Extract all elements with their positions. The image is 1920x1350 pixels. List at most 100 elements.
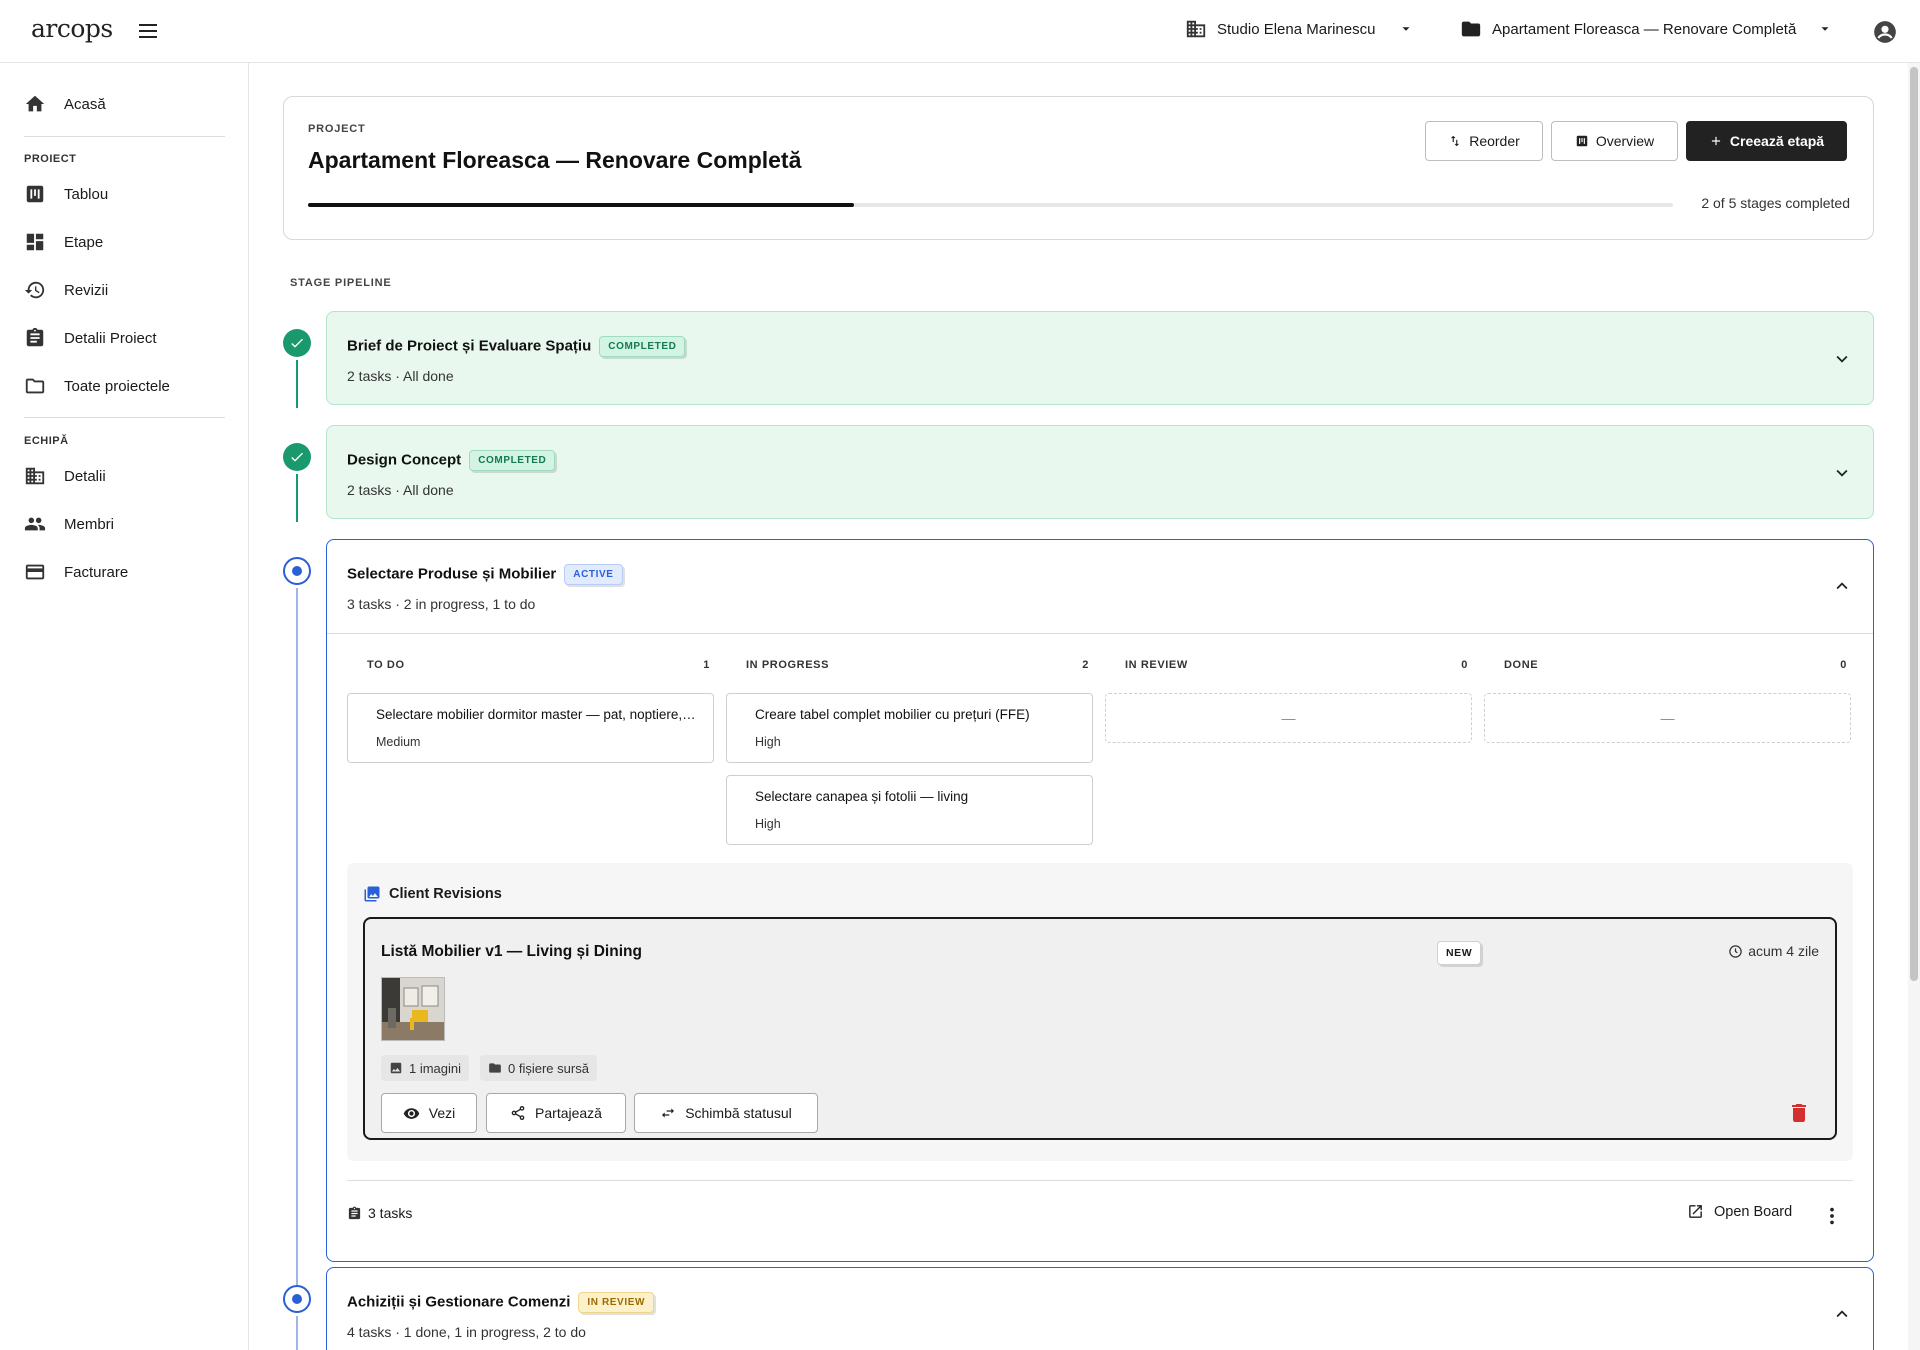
board-column-done: DONE 0 —	[1484, 659, 1851, 743]
sidebar-item-board[interactable]: Tablou	[24, 180, 108, 208]
caret-down-icon	[1818, 22, 1832, 36]
sidebar-item-stages[interactable]: Etape	[24, 228, 103, 256]
assignment-icon	[347, 1206, 362, 1221]
stage-review-icon	[283, 1285, 311, 1313]
client-revisions-title: Client Revisions	[389, 886, 502, 902]
folder-icon	[488, 1061, 502, 1075]
workspace-select[interactable]: Studio Elena Marinescu	[1185, 18, 1413, 40]
menu-icon[interactable]	[136, 19, 160, 43]
main-scrollbar[interactable]	[1908, 63, 1920, 1350]
more-vert-icon[interactable]	[1821, 1205, 1843, 1227]
stage-card[interactable]: Brief de Proiect și Evaluare Spațiu COMPL…	[326, 311, 1874, 405]
scrollbar-thumb[interactable]	[1910, 67, 1918, 981]
task-title: Creare tabel complet mobilier cu prețuri…	[755, 707, 1030, 722]
sidebar-item-all-projects[interactable]: Toate proiectele	[24, 372, 170, 400]
stage-title: Design Concept COMPLETED	[347, 450, 556, 471]
create-stage-button[interactable]: Creează etapă	[1686, 121, 1847, 161]
home-icon	[24, 93, 46, 115]
task-priority: High	[755, 817, 781, 831]
sidebar-item-label: Etape	[64, 233, 104, 251]
stages-progress-bar	[308, 203, 1673, 207]
sidebar-item-team-details[interactable]: Detalii	[24, 462, 106, 490]
chevron-up-icon[interactable]	[1831, 1303, 1853, 1325]
folder-icon	[1460, 18, 1482, 40]
project-select[interactable]: Apartament Floreasca — Renovare Completă	[1460, 18, 1832, 40]
sidebar-section-project: PROIECT	[24, 153, 77, 165]
task-priority: High	[755, 735, 781, 749]
status-badge: COMPLETED	[469, 450, 556, 471]
stage-subtitle: 3 tasks · 2 in progress, 1 to do	[347, 596, 536, 612]
app-logo[interactable]: arcops	[31, 14, 113, 43]
stages-progress-fill	[308, 203, 854, 207]
stage-pipeline-label: STAGE PIPELINE	[290, 277, 392, 289]
stage-task-count: 3 tasks	[347, 1205, 412, 1221]
overview-button[interactable]: Overview	[1551, 121, 1678, 161]
open-board-label: Open Board	[1714, 1203, 1793, 1220]
change-status-button[interactable]: Schimbă statusul	[634, 1093, 818, 1133]
stage-title[interactable]: Selectare Produse și Mobilier ACTIVE	[347, 564, 623, 585]
project-select-label: Apartament Floreasca — Renovare Completă	[1492, 20, 1797, 38]
account-icon[interactable]	[1872, 19, 1898, 45]
sidebar-item-label: Membri	[64, 515, 115, 533]
sidebar-item-revisions[interactable]: Revizii	[24, 276, 108, 304]
column-header: IN REVIEW 0	[1105, 659, 1472, 671]
sidebar-item-label: Revizii	[64, 281, 109, 299]
reorder-button[interactable]: Reorder	[1425, 121, 1543, 161]
empty-drop-zone[interactable]: —	[1105, 693, 1472, 743]
view-label: Vezi	[428, 1105, 456, 1121]
stage-complete-icon	[283, 329, 311, 357]
board-icon	[24, 183, 46, 205]
view-button[interactable]: Vezi	[381, 1093, 477, 1133]
task-title: Selectare mobilier dormitor master — pat…	[376, 707, 699, 722]
stage-subtitle: 4 tasks · 1 done, 1 in progress, 2 to do	[347, 1324, 586, 1340]
sidebar-item-home[interactable]: Acasă	[24, 90, 106, 118]
clock-icon	[1728, 944, 1743, 959]
chevron-down-icon[interactable]	[1831, 348, 1853, 370]
revision-image-thumbnail[interactable]	[381, 977, 445, 1041]
open-board-button[interactable]: Open Board	[1687, 1203, 1792, 1220]
sidebar-item-label: Tablou	[64, 185, 109, 203]
delete-icon[interactable]	[1787, 1101, 1811, 1125]
stage-title-text: Brief de Proiect și Evaluare Spațiu	[347, 337, 592, 355]
image-icon	[389, 1061, 403, 1075]
column-count: 1	[703, 659, 710, 671]
stage-card[interactable]: Achiziții și Gestionare Comenzi IN REVIEW…	[326, 1267, 1874, 1350]
share-button[interactable]: Partajează	[486, 1093, 626, 1133]
open-in-new-icon	[1687, 1203, 1704, 1220]
board-icon	[1575, 134, 1589, 148]
chevron-down-icon[interactable]	[1831, 462, 1853, 484]
sidebar-item-label: Detalii Proiect	[64, 329, 157, 347]
column-label: DONE	[1504, 659, 1539, 671]
chevron-up-icon[interactable]	[1831, 575, 1853, 597]
stage-task-count-label: 3 tasks	[368, 1205, 413, 1221]
sidebar-item-label: Facturare	[64, 563, 129, 581]
divider	[347, 1180, 1853, 1181]
revision-card: Listă Mobilier v1 — Living și Dining NEW…	[363, 917, 1837, 1140]
swap-vertical-icon	[1448, 134, 1462, 148]
top-bar: arcops Studio Elena Marinescu Apartament…	[0, 0, 1920, 63]
stage-title: Brief de Proiect și Evaluare Spațiu COMPL…	[347, 336, 686, 357]
sidebar-item-project-details[interactable]: Detalii Proiect	[24, 324, 157, 352]
task-card[interactable]: Creare tabel complet mobilier cu prețuri…	[726, 693, 1093, 763]
task-card[interactable]: Selectare mobilier dormitor master — pat…	[347, 693, 714, 763]
timeline-connector	[296, 1316, 298, 1350]
empty-drop-zone[interactable]: —	[1484, 693, 1851, 743]
revision-time: acum 4 zile	[1728, 943, 1819, 959]
divider	[327, 633, 1873, 634]
building-icon	[1185, 18, 1207, 40]
overview-label: Overview	[1595, 133, 1655, 149]
column-count: 0	[1461, 659, 1468, 671]
reorder-label: Reorder	[1469, 133, 1520, 149]
stage-subtitle: 2 tasks · All done	[347, 368, 454, 384]
create-stage-label: Creează etapă	[1729, 133, 1825, 149]
share-label: Partajează	[535, 1105, 602, 1121]
building-icon	[24, 465, 46, 487]
sidebar-item-members[interactable]: Membri	[24, 510, 114, 538]
project-kicker: PROJECT	[308, 123, 366, 135]
timeline-connector	[296, 474, 298, 522]
sidebar-item-billing[interactable]: Facturare	[24, 558, 128, 586]
source-files-label: 0 fișiere sursă	[508, 1060, 589, 1076]
stage-card[interactable]: Design Concept COMPLETED 2 tasks · All do…	[326, 425, 1874, 519]
task-card[interactable]: Selectare canapea și fotolii — living Hi…	[726, 775, 1093, 845]
new-badge: NEW	[1437, 941, 1482, 965]
